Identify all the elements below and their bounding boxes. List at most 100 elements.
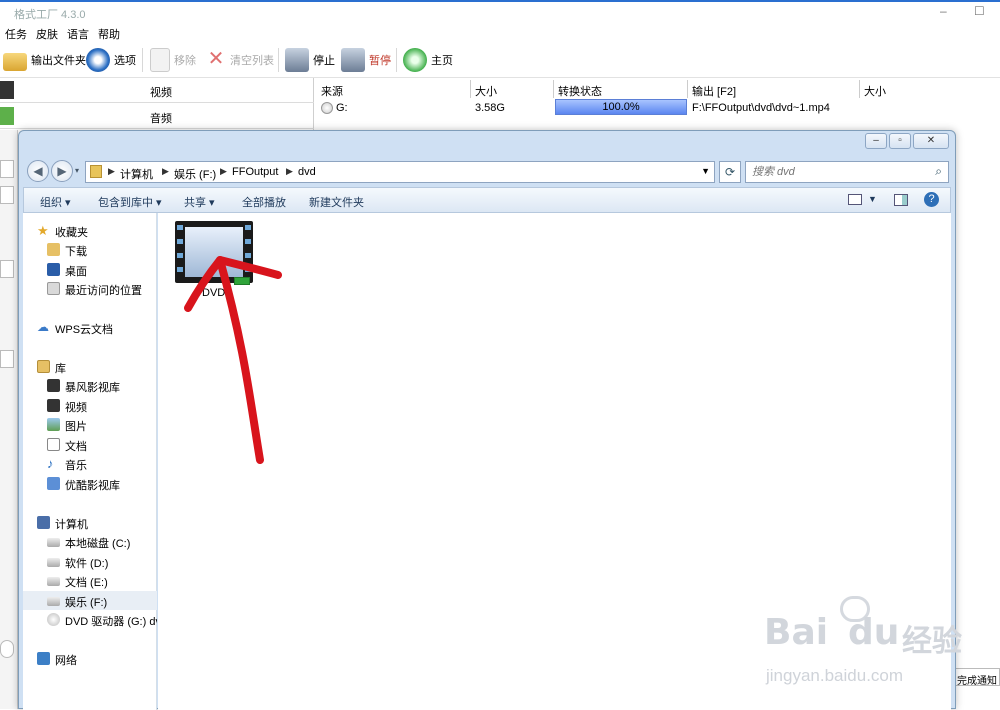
command-bar: 组织 ▾ 包含到库中 ▾ 共享 ▾ 全部播放 新建文件夹 ▼ ? (23, 187, 951, 213)
address-dropdown-icon[interactable]: ▼ (701, 166, 710, 176)
folder-icon (3, 53, 27, 71)
minimize-button[interactable]: – (940, 4, 947, 18)
pause-button[interactable]: 暂停 (341, 46, 391, 74)
nav-wps-cloud[interactable]: ☁ WPS云文档 (23, 318, 157, 337)
search-box[interactable]: ⌕ (745, 161, 949, 183)
maximize-button[interactable]: ☐ (974, 4, 985, 18)
category-strip-item[interactable] (0, 260, 14, 278)
nav-drive-g[interactable]: DVD 驱动器 (G:) dv (23, 610, 157, 629)
network-icon (37, 652, 50, 665)
share-menu[interactable]: 共享 ▾ (184, 194, 215, 210)
clear-icon: ✕ (206, 48, 226, 72)
menu-tasks[interactable]: 任务 (5, 26, 27, 42)
nav-youku-library[interactable]: 优酷影视库 (23, 474, 157, 493)
header-output[interactable]: 输出 [F2] (692, 80, 736, 98)
explorer-titlebar: – ▫ ✕ (19, 131, 955, 155)
new-folder-button[interactable]: 新建文件夹 (309, 194, 364, 210)
progress-text: 100.0% (602, 101, 640, 113)
nav-pictures[interactable]: 图片 (23, 415, 157, 434)
pause-icon (341, 48, 365, 72)
header-source[interactable]: 来源 (321, 80, 343, 98)
completion-notice[interactable]: 完成通知 (955, 668, 1000, 686)
nav-downloads[interactable]: 下载 (23, 240, 157, 259)
nav-drive-c[interactable]: 本地磁盘 (C:) (23, 532, 157, 551)
nav-drive-d[interactable]: 软件 (D:) (23, 552, 157, 571)
category-audio[interactable]: 音频 (0, 104, 314, 129)
category-video[interactable]: 视频 (0, 78, 314, 103)
drive-icon (47, 558, 60, 567)
nav-music[interactable]: ♪ 音乐 (23, 454, 157, 473)
video-library-icon (47, 379, 60, 392)
stop-icon (285, 48, 309, 72)
explorer-close-button[interactable]: ✕ (913, 133, 949, 149)
play-all-button[interactable]: 全部播放 (242, 194, 286, 210)
category-strip-item[interactable] (0, 160, 14, 178)
videos-icon (47, 399, 60, 412)
video-thumbnail-icon (175, 221, 253, 283)
documents-icon (47, 438, 60, 451)
cloud-icon: ☁ (37, 320, 49, 334)
back-button[interactable]: ◀ (27, 160, 49, 182)
search-input[interactable] (752, 164, 922, 180)
header-status[interactable]: 转换状态 (558, 80, 602, 98)
clear-list-button[interactable]: ✕ 清空列表 (206, 46, 274, 74)
options-button[interactable]: 选项 (86, 46, 136, 74)
stop-button[interactable]: 停止 (285, 46, 335, 74)
category-strip (0, 130, 18, 709)
remove-button[interactable]: 移除 (150, 46, 196, 74)
desktop-icon (47, 263, 60, 276)
nav-computer[interactable]: 计算机 (23, 513, 157, 532)
preview-pane-icon[interactable] (894, 194, 908, 206)
nav-documents[interactable]: 文档 (23, 435, 157, 454)
remove-icon (150, 48, 170, 72)
app-titlebar: 格式工厂 4.3.0 – ☐ (0, 0, 1000, 22)
category-strip-item[interactable] (0, 350, 14, 368)
view-options-icon[interactable] (848, 194, 862, 205)
file-type-badge-icon (234, 277, 250, 285)
address-bar[interactable]: ▶ 计算机 ▶ 娱乐 (F:) ▶ FFOutput ▶ dvd ▼ (85, 161, 715, 183)
nav-network[interactable]: 网络 (23, 649, 157, 668)
forward-button[interactable]: ▶ (51, 160, 73, 182)
row-source: G: (336, 102, 348, 114)
options-icon (86, 48, 110, 72)
explorer-maximize-button[interactable]: ▫ (889, 133, 911, 149)
header-size[interactable]: 大小 (475, 80, 497, 98)
menu-help[interactable]: 帮助 (98, 26, 120, 42)
header-output-size[interactable]: 大小 (864, 80, 886, 98)
nav-videos[interactable]: 视频 (23, 396, 157, 415)
nav-storm-library[interactable]: 暴风影视库 (23, 376, 157, 395)
search-icon[interactable]: ⌕ (935, 164, 942, 179)
explorer-minimize-button[interactable]: – (865, 133, 887, 149)
file-list-pane: DVD (158, 213, 951, 710)
nav-desktop[interactable]: 桌面 (23, 260, 157, 279)
category-strip-item[interactable] (0, 186, 14, 204)
breadcrumb-drive-f[interactable]: 娱乐 (F:) (174, 166, 216, 182)
menubar: 任务 皮肤 语言 帮助 (0, 22, 1000, 42)
nav-recent[interactable]: 最近访问的位置 (23, 279, 157, 298)
menu-skin[interactable]: 皮肤 (36, 26, 58, 42)
home-button[interactable]: 主页 (403, 46, 453, 74)
explorer-window: – ▫ ✕ ◀ ▶ ▾ ▶ 计算机 ▶ 娱乐 (F:) ▶ FFOutput ▶… (18, 130, 956, 710)
home-globe-icon (403, 48, 427, 72)
recent-pages-chevron-icon[interactable]: ▾ (75, 166, 79, 175)
breadcrumb-dvd[interactable]: dvd (298, 166, 316, 178)
include-in-library-menu[interactable]: 包含到库中 ▾ (98, 194, 162, 210)
breadcrumb-computer[interactable]: 计算机 (120, 166, 153, 182)
nav-libraries[interactable]: 库 (23, 357, 157, 376)
help-icon[interactable]: ? (924, 192, 939, 207)
organize-menu[interactable]: 组织 ▾ (40, 194, 71, 210)
menu-language[interactable]: 语言 (67, 26, 89, 42)
output-folder-button[interactable]: 输出文件夹 (3, 46, 86, 74)
disc-icon[interactable] (0, 640, 14, 658)
file-item[interactable]: DVD (172, 221, 253, 301)
nav-favorites[interactable]: ★ 收藏夹 (23, 221, 157, 240)
row-output-path: F:\FFOutput\dvd\dvd~1.mp4 (692, 102, 830, 114)
pictures-icon (47, 418, 60, 431)
refresh-button[interactable]: ⟳ (719, 161, 741, 183)
nav-drive-f[interactable]: 娱乐 (F:) (23, 591, 157, 610)
breadcrumb-ffoutput[interactable]: FFOutput (232, 166, 278, 178)
youku-library-icon (47, 477, 60, 490)
app-title: 格式工厂 4.3.0 (14, 9, 86, 21)
view-dropdown-icon[interactable]: ▼ (868, 194, 877, 204)
nav-drive-e[interactable]: 文档 (E:) (23, 571, 157, 590)
